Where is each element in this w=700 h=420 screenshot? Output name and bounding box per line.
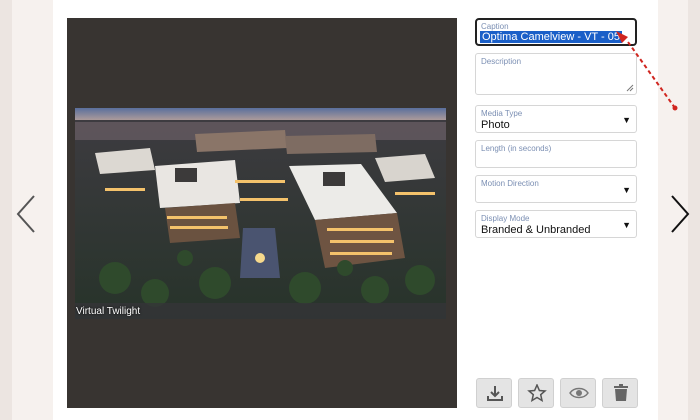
- photo-type-label: Virtual Twilight: [76, 306, 141, 317]
- previous-image-button[interactable]: [6, 190, 46, 238]
- download-icon: [487, 386, 503, 401]
- download-button[interactable]: [476, 378, 512, 408]
- eye-icon: [569, 387, 589, 399]
- length-field[interactable]: Length (in seconds): [475, 140, 637, 168]
- description-label: Description: [481, 57, 522, 66]
- caption-field[interactable]: Caption Optima Camelview - VT - 05: [475, 18, 637, 46]
- dropdown-arrow-icon: ▼: [622, 220, 631, 230]
- caption-input[interactable]: Optima Camelview - VT - 05: [480, 31, 622, 43]
- aerial-photo-illustration: [75, 108, 446, 319]
- motion-direction-select[interactable]: Motion Direction ▼: [475, 175, 637, 203]
- next-image-button[interactable]: [660, 190, 700, 238]
- chevron-left-icon: [16, 195, 35, 233]
- trash-icon: [614, 384, 628, 401]
- preview-button[interactable]: [560, 378, 596, 408]
- display-mode-label: Display Mode: [481, 214, 530, 223]
- media-type-select[interactable]: Media Type Photo ▼: [475, 105, 637, 133]
- caption-label: Caption: [481, 22, 509, 31]
- media-type-label: Media Type: [481, 109, 523, 118]
- media-type-value: Photo: [481, 119, 510, 131]
- favorite-button[interactable]: [518, 378, 554, 408]
- display-mode-value: Branded & Unbranded: [481, 224, 591, 236]
- star-icon: [527, 384, 547, 402]
- property-photo[interactable]: [75, 108, 446, 319]
- resize-grip-icon[interactable]: [626, 84, 634, 92]
- display-mode-select[interactable]: Display Mode Branded & Unbranded ▼: [475, 210, 637, 238]
- delete-button[interactable]: [602, 378, 638, 408]
- motion-direction-label: Motion Direction: [481, 179, 539, 188]
- dropdown-arrow-icon: ▼: [622, 185, 631, 195]
- description-field[interactable]: Description: [475, 53, 637, 95]
- length-label: Length (in seconds): [481, 144, 552, 153]
- dropdown-arrow-icon: ▼: [622, 115, 631, 125]
- chevron-right-icon: [671, 195, 690, 233]
